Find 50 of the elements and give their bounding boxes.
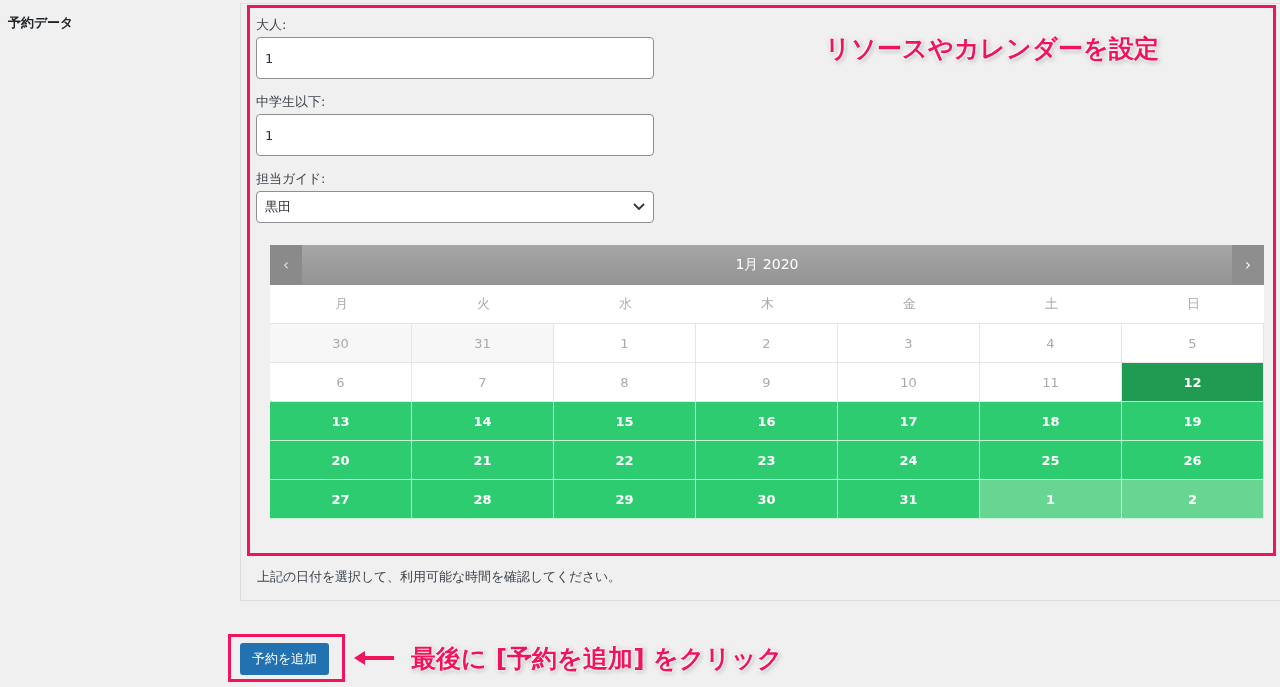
annotation-text: リソースやカレンダーを設定 <box>825 33 1159 65</box>
section-label: 予約データ <box>8 15 73 30</box>
calendar-day[interactable]: 24 <box>838 441 980 480</box>
calendar-day[interactable]: 19 <box>1122 402 1264 441</box>
calendar-day[interactable]: 29 <box>554 480 696 519</box>
calendar-day[interactable]: 1 <box>980 480 1122 519</box>
calendar-day[interactable]: 16 <box>696 402 838 441</box>
calendar-day[interactable]: 27 <box>270 480 412 519</box>
calendar-day[interactable]: 12 <box>1122 363 1264 402</box>
calendar-day[interactable]: 18 <box>980 402 1122 441</box>
field-label: 大人: <box>256 16 288 34</box>
input-field[interactable]: 1 <box>256 37 654 79</box>
help-text: 上記の日付を選択して、利用可能な時間を確認してください。 <box>256 568 622 586</box>
calendar-day[interactable]: 8 <box>554 363 696 402</box>
calendar-day[interactable]: 17 <box>838 402 980 441</box>
month-title: 1月 2020 <box>734 256 800 274</box>
select-field[interactable]: 黒田 <box>256 191 654 223</box>
calendar-day[interactable]: 26 <box>1122 441 1264 480</box>
chevron-down-icon <box>633 203 645 211</box>
field-label: 中学生以下: <box>256 93 327 111</box>
calendar-day[interactable]: 2 <box>696 324 838 363</box>
calendar-day[interactable]: 23 <box>696 441 838 480</box>
calendar-day[interactable]: 3 <box>838 324 980 363</box>
calendar-day[interactable]: 30 <box>696 480 838 519</box>
next-month-button[interactable]: › <box>1232 245 1264 285</box>
calendar-day[interactable]: 10 <box>838 363 980 402</box>
calendar-day[interactable]: 28 <box>412 480 554 519</box>
calendar-day[interactable]: 14 <box>412 402 554 441</box>
calendar-day[interactable]: 2 <box>1122 480 1264 519</box>
calendar-day[interactable]: 31 <box>838 480 980 519</box>
calendar-day[interactable]: 25 <box>980 441 1122 480</box>
calendar-day[interactable]: 4 <box>980 324 1122 363</box>
calendar-day[interactable]: 22 <box>554 441 696 480</box>
left-arrow-icon <box>353 650 395 666</box>
calendar-day[interactable]: 15 <box>554 402 696 441</box>
calendar-day[interactable]: 5 <box>1122 324 1264 363</box>
calendar-day[interactable]: 13 <box>270 402 412 441</box>
add-reservation-button[interactable]: 予約を追加 <box>240 643 329 675</box>
calendar-day[interactable]: 21 <box>412 441 554 480</box>
calendar-day[interactable]: 30 <box>270 324 412 363</box>
calendar-day[interactable]: 11 <box>980 363 1122 402</box>
field-label: 担当ガイド: <box>256 170 327 188</box>
input-field[interactable]: 1 <box>256 114 654 156</box>
calendar-day[interactable]: 1 <box>554 324 696 363</box>
calendar-day[interactable]: 7 <box>412 363 554 402</box>
calendar-day[interactable]: 9 <box>696 363 838 402</box>
calendar-day[interactable]: 31 <box>412 324 554 363</box>
calendar-day[interactable]: 6 <box>270 363 412 402</box>
calendar-day[interactable]: 20 <box>270 441 412 480</box>
annotation-text: 最後に [予約を追加] をクリック <box>411 642 784 675</box>
